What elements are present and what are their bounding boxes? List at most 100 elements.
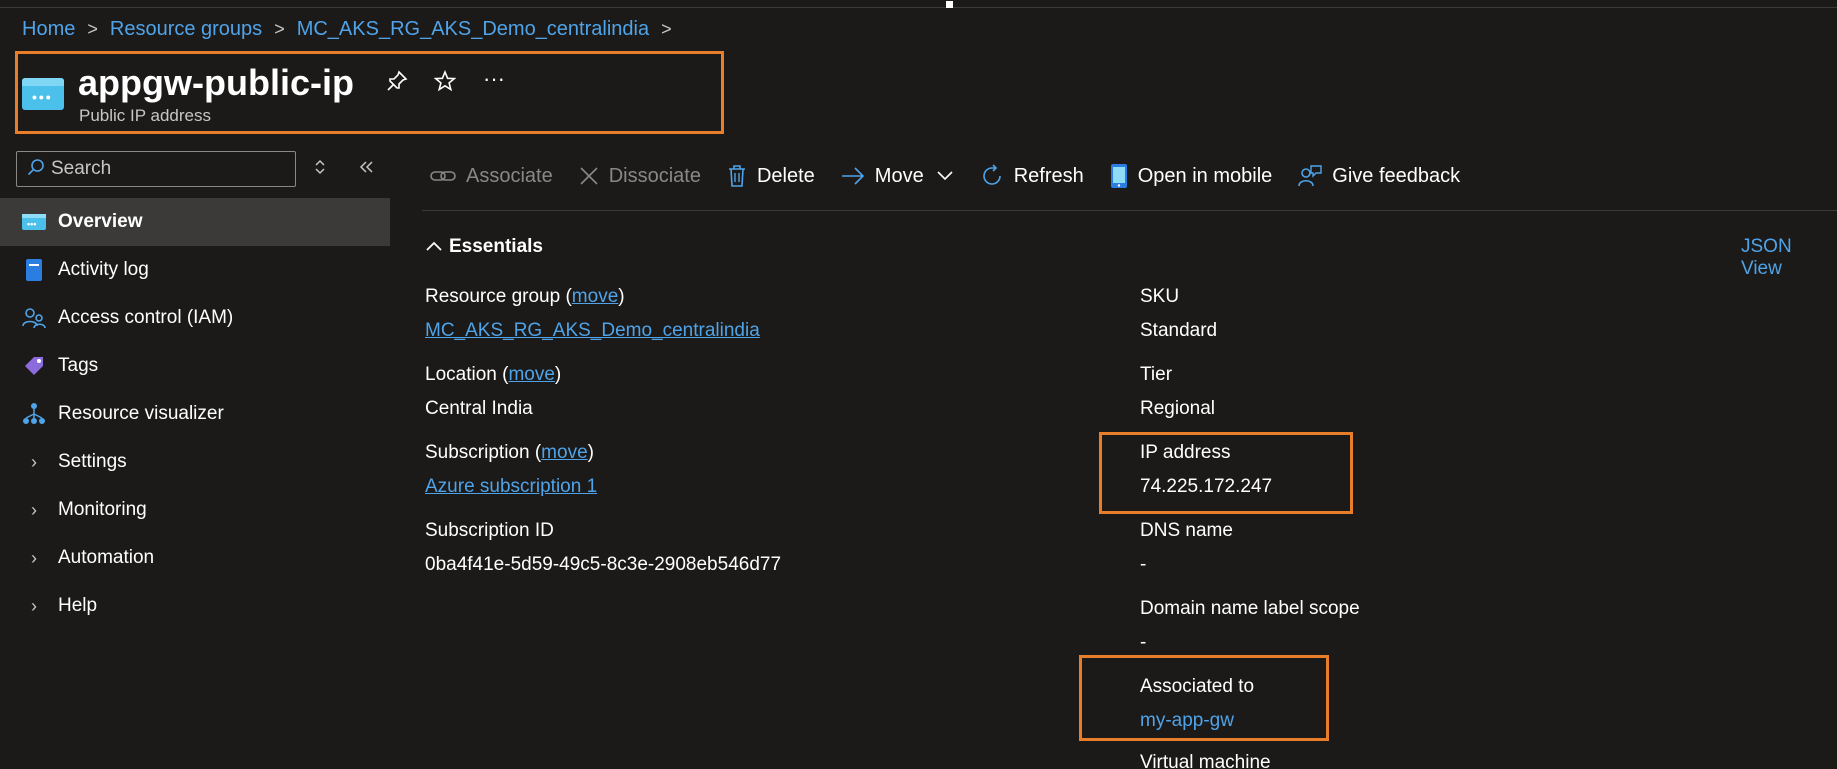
ip-address-label: IP address: [1140, 442, 1231, 463]
essentials-toggle[interactable]: Essentials: [425, 236, 543, 258]
resource-group-label: Resource group (move): [425, 286, 625, 307]
chevron-right-icon: ›: [31, 451, 37, 472]
sidebar-item-label: Tags: [58, 355, 99, 376]
breadcrumb-separator: >: [87, 19, 98, 39]
arrow-right-icon: [841, 166, 865, 186]
breadcrumb: Home > Resource groups > MC_AKS_RG_AKS_D…: [22, 18, 684, 41]
drag-handle[interactable]: [946, 1, 953, 8]
associated-to-value[interactable]: my-app-gw: [1140, 710, 1234, 732]
tier-label: Tier: [1140, 364, 1173, 385]
chevron-right-icon: ›: [31, 499, 37, 520]
associated-to-label: Associated to: [1140, 676, 1255, 697]
trash-icon: [727, 164, 747, 188]
sidebar-item-label: Settings: [58, 451, 127, 472]
subscription-move-link[interactable]: move: [541, 442, 587, 463]
activity-log-icon: [22, 258, 46, 282]
location-move-link[interactable]: move: [508, 364, 554, 385]
feedback-icon: [1298, 164, 1322, 188]
dns-name-value: -: [1140, 554, 1147, 575]
sidebar-item-help[interactable]: › Help: [0, 582, 390, 630]
sidebar-item-overview[interactable]: ••• Overview: [0, 198, 390, 246]
refresh-icon: [980, 164, 1004, 188]
chevron-up-icon: [425, 236, 443, 258]
top-border: [0, 0, 1837, 8]
ip-address-value: 74.225.172.247: [1140, 476, 1273, 497]
tier-value: Regional: [1140, 398, 1215, 419]
dissociate-button[interactable]: Dissociate: [579, 165, 701, 188]
resource-group-move-link[interactable]: move: [572, 286, 618, 307]
command-toolbar: Associate Dissociate Delete Move Refresh…: [430, 163, 1486, 189]
sidebar-item-label: Automation: [58, 547, 155, 568]
page-subtitle: Public IP address: [79, 106, 211, 125]
json-view-link[interactable]: JSON View: [1741, 236, 1837, 280]
dissociate-label: Dissociate: [608, 164, 701, 187]
move-button[interactable]: Move: [841, 165, 954, 188]
give-feedback-label: Give feedback: [1332, 164, 1461, 187]
tag-icon: [22, 354, 46, 378]
sidebar-item-access-control[interactable]: Access control (IAM): [0, 294, 390, 342]
sidebar-item-label: Access control (IAM): [58, 307, 234, 328]
breadcrumb-separator: >: [661, 19, 672, 39]
virtual-machine-label: Virtual machine: [1140, 752, 1271, 769]
star-icon[interactable]: [433, 69, 457, 98]
location-value: Central India: [425, 398, 533, 419]
sidebar-item-activity-log[interactable]: Activity log: [0, 246, 390, 294]
subscription-value[interactable]: Azure subscription 1: [425, 476, 597, 498]
overview-icon: •••: [22, 210, 46, 234]
open-in-mobile-label: Open in mobile: [1137, 164, 1273, 187]
breadcrumb-resource-group[interactable]: MC_AKS_RG_AKS_Demo_centralindia: [297, 18, 649, 41]
move-label: Move: [874, 164, 924, 187]
associate-button[interactable]: Associate: [430, 165, 553, 188]
breadcrumb-home[interactable]: Home: [22, 18, 75, 41]
breadcrumb-separator: >: [274, 19, 285, 39]
pin-icon[interactable]: [386, 70, 408, 98]
subscription-id-value: 0ba4f41e-5d59-49c5-8c3e-2908eb546d77: [425, 554, 782, 575]
sidebar-item-label: Overview: [58, 211, 143, 232]
resource-group-value[interactable]: MC_AKS_RG_AKS_Demo_centralindia: [425, 320, 760, 342]
sidebar-item-tags[interactable]: Tags: [0, 342, 390, 390]
dns-name-label: DNS name: [1140, 520, 1233, 541]
subscription-label: Subscription (move): [425, 442, 594, 463]
search-icon: [27, 158, 45, 181]
domain-label-scope-value: -: [1140, 632, 1147, 653]
link-icon: [430, 167, 456, 185]
sidebar-nav: ••• Overview Activity log Access control…: [0, 198, 390, 630]
sidebar-item-label: Activity log: [58, 259, 149, 280]
chevron-right-icon: ›: [31, 595, 37, 616]
sort-toggle-icon[interactable]: [314, 157, 326, 182]
breadcrumb-resource-groups[interactable]: Resource groups: [110, 18, 262, 41]
mobile-phone-icon: [1110, 163, 1128, 189]
sku-value: Standard: [1140, 320, 1218, 341]
toolbar-divider: [422, 210, 1837, 211]
open-in-mobile-button[interactable]: Open in mobile: [1110, 163, 1273, 189]
visualizer-icon: [22, 402, 46, 426]
sidebar-item-label: Monitoring: [58, 499, 147, 520]
sidebar-item-label: Help: [58, 595, 98, 616]
svg-text:•••: •••: [27, 219, 36, 229]
give-feedback-button[interactable]: Give feedback: [1298, 164, 1460, 188]
refresh-button[interactable]: Refresh: [980, 164, 1084, 188]
location-label: Location (move): [425, 364, 562, 385]
subscription-id-label: Subscription ID: [425, 520, 554, 541]
sidebar-item-resource-visualizer[interactable]: Resource visualizer: [0, 390, 390, 438]
domain-label-scope-label: Domain name label scope: [1140, 598, 1360, 619]
essentials-title: Essentials: [449, 236, 543, 257]
sidebar-item-label: Resource visualizer: [58, 403, 224, 424]
public-ip-resource-icon: •••: [22, 78, 64, 110]
sku-label: SKU: [1140, 286, 1180, 307]
delete-label: Delete: [756, 164, 815, 187]
sidebar-item-settings[interactable]: › Settings: [0, 438, 390, 486]
chevron-right-icon: ›: [31, 547, 37, 568]
chevron-down-icon: [936, 165, 954, 188]
sidebar-item-automation[interactable]: › Automation: [0, 534, 390, 582]
more-options-button[interactable]: ···: [483, 66, 505, 92]
close-icon: [579, 166, 599, 186]
sidebar-search[interactable]: [16, 151, 296, 187]
sidebar-item-monitoring[interactable]: › Monitoring: [0, 486, 390, 534]
associate-label: Associate: [466, 164, 553, 187]
search-input[interactable]: [51, 158, 281, 180]
collapse-sidebar-icon[interactable]: [358, 157, 374, 182]
delete-button[interactable]: Delete: [727, 164, 815, 188]
page-title: appgw-public-ip: [78, 62, 354, 103]
refresh-label: Refresh: [1013, 164, 1084, 187]
